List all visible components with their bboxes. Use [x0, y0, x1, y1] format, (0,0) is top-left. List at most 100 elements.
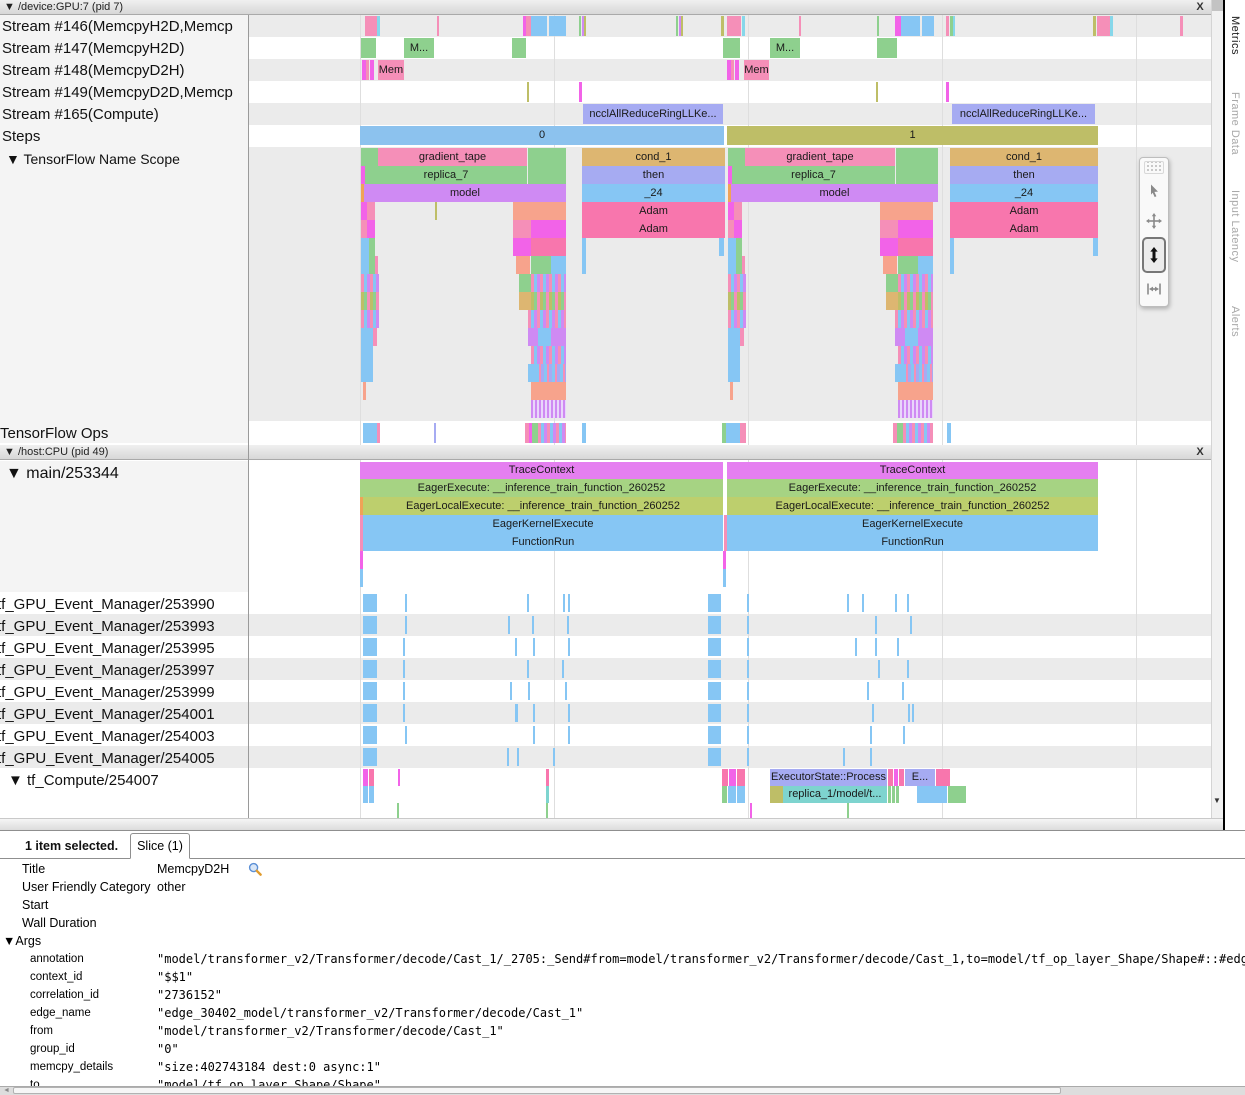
trace-event[interactable] [867, 682, 869, 700]
trace-event[interactable] [708, 660, 721, 678]
trace-event[interactable] [899, 769, 904, 786]
trace-event[interactable] [377, 423, 380, 443]
trace-event[interactable] [363, 704, 377, 722]
trace-event[interactable] [708, 638, 721, 656]
trace-event[interactable] [918, 328, 933, 346]
trace-event[interactable] [434, 423, 436, 443]
trace-event[interactable] [532, 616, 534, 634]
trace-event[interactable] [582, 423, 586, 443]
trace-event[interactable] [528, 166, 566, 184]
trace-event[interactable] [894, 769, 898, 786]
trace-event[interactable] [369, 238, 375, 256]
trace-event[interactable] [403, 682, 405, 700]
trace-event[interactable] [375, 256, 378, 274]
trace-event[interactable] [516, 256, 530, 274]
trace-event[interactable] [737, 769, 745, 786]
trace-event[interactable] [747, 638, 749, 656]
trace-event[interactable] [533, 704, 535, 722]
trace-event[interactable] [361, 364, 373, 382]
trace-event[interactable] [367, 202, 375, 220]
trace-event[interactable] [507, 748, 509, 766]
trace-event[interactable] [728, 346, 740, 364]
trace-event[interactable] [397, 803, 399, 818]
trace-event[interactable] [538, 328, 551, 346]
trace-event[interactable] [531, 220, 566, 238]
trace-event[interactable] [870, 748, 872, 766]
trace-event[interactable] [1097, 16, 1110, 36]
trace-event[interactable] [533, 638, 535, 656]
trace-event[interactable] [735, 60, 739, 80]
trace-event[interactable] [953, 16, 955, 36]
trace-event[interactable] [360, 569, 363, 587]
trace-event[interactable] [936, 769, 950, 786]
trace-event[interactable] [538, 423, 566, 443]
trace-event[interactable] [727, 16, 741, 36]
zoom-tool-button[interactable] [1142, 237, 1166, 273]
trace-event[interactable] [888, 786, 891, 803]
trace-event[interactable] [363, 382, 366, 400]
trace-event[interactable] [549, 16, 566, 36]
trace-event[interactable] [551, 328, 566, 346]
args-group-header[interactable]: ▼Args [3, 932, 41, 950]
sidebar-tab-input-latency[interactable]: Input Latency [1229, 190, 1241, 263]
trace-event[interactable] [369, 786, 374, 803]
trace-event[interactable] [369, 769, 374, 786]
trace-event[interactable] [728, 256, 736, 274]
trace-event[interactable] [403, 704, 405, 722]
trace-event[interactable] [568, 594, 570, 612]
trace-event[interactable] [896, 166, 938, 184]
trace-event[interactable]: FunctionRun [363, 533, 723, 551]
trace-event[interactable] [531, 382, 566, 400]
trace-event[interactable] [747, 704, 749, 722]
trace-event[interactable] [513, 238, 531, 256]
trace-event[interactable]: _24 [582, 184, 725, 202]
trace-event[interactable] [363, 638, 377, 656]
trace-event[interactable] [876, 82, 878, 102]
gpu-process-header[interactable]: ▼ /device:GPU:7 (pid 7) X [0, 0, 1211, 15]
trace-event[interactable] [918, 256, 933, 274]
trace-event[interactable] [898, 238, 933, 256]
trace-event[interactable] [708, 616, 721, 634]
trace-event[interactable] [579, 16, 581, 36]
trace-event[interactable] [898, 274, 933, 292]
trace-event[interactable]: 0 [360, 126, 724, 145]
trace-event[interactable] [527, 82, 529, 102]
trace-event[interactable] [708, 726, 721, 744]
trace-event[interactable]: cond_1 [950, 148, 1098, 166]
trace-event[interactable] [740, 328, 744, 346]
trace-event[interactable] [405, 594, 407, 612]
trace-event[interactable] [747, 726, 749, 744]
trace-event[interactable]: Adam [950, 202, 1098, 220]
trace-event[interactable] [740, 423, 746, 443]
trace-event[interactable] [398, 769, 400, 786]
trace-event[interactable] [726, 423, 740, 443]
trace-event[interactable] [903, 423, 933, 443]
trace-event[interactable] [361, 238, 369, 256]
trace-event[interactable] [870, 726, 872, 744]
trace-event[interactable] [513, 220, 531, 238]
trace-event[interactable] [723, 569, 726, 587]
trace-event[interactable] [568, 704, 570, 722]
trace-event[interactable] [875, 616, 877, 634]
trace-event[interactable] [531, 400, 566, 418]
trace-event[interactable] [895, 594, 897, 612]
tab-slice[interactable]: Slice (1) [130, 833, 190, 859]
timing-tool-button[interactable] [1142, 274, 1166, 304]
trace-event[interactable] [531, 346, 566, 364]
trace-event[interactable] [361, 346, 373, 364]
trace-event[interactable]: EagerLocalExecute: __inference_train_fun… [363, 497, 723, 515]
trace-event[interactable] [728, 238, 736, 256]
trace-event[interactable] [403, 638, 405, 656]
trace-event[interactable] [895, 310, 933, 328]
trace-event[interactable] [847, 594, 849, 612]
trace-event[interactable] [907, 660, 909, 678]
trace-event[interactable]: EagerExecute: __inference_train_function… [360, 479, 723, 497]
trace-event[interactable] [528, 328, 538, 346]
trace-event[interactable]: E... [905, 769, 935, 786]
trace-event[interactable] [730, 382, 733, 400]
trace-event[interactable] [437, 16, 439, 36]
trace-event[interactable] [562, 660, 564, 678]
trace-event[interactable] [563, 594, 565, 612]
trace-event[interactable] [905, 328, 918, 346]
trace-event[interactable] [855, 638, 857, 656]
